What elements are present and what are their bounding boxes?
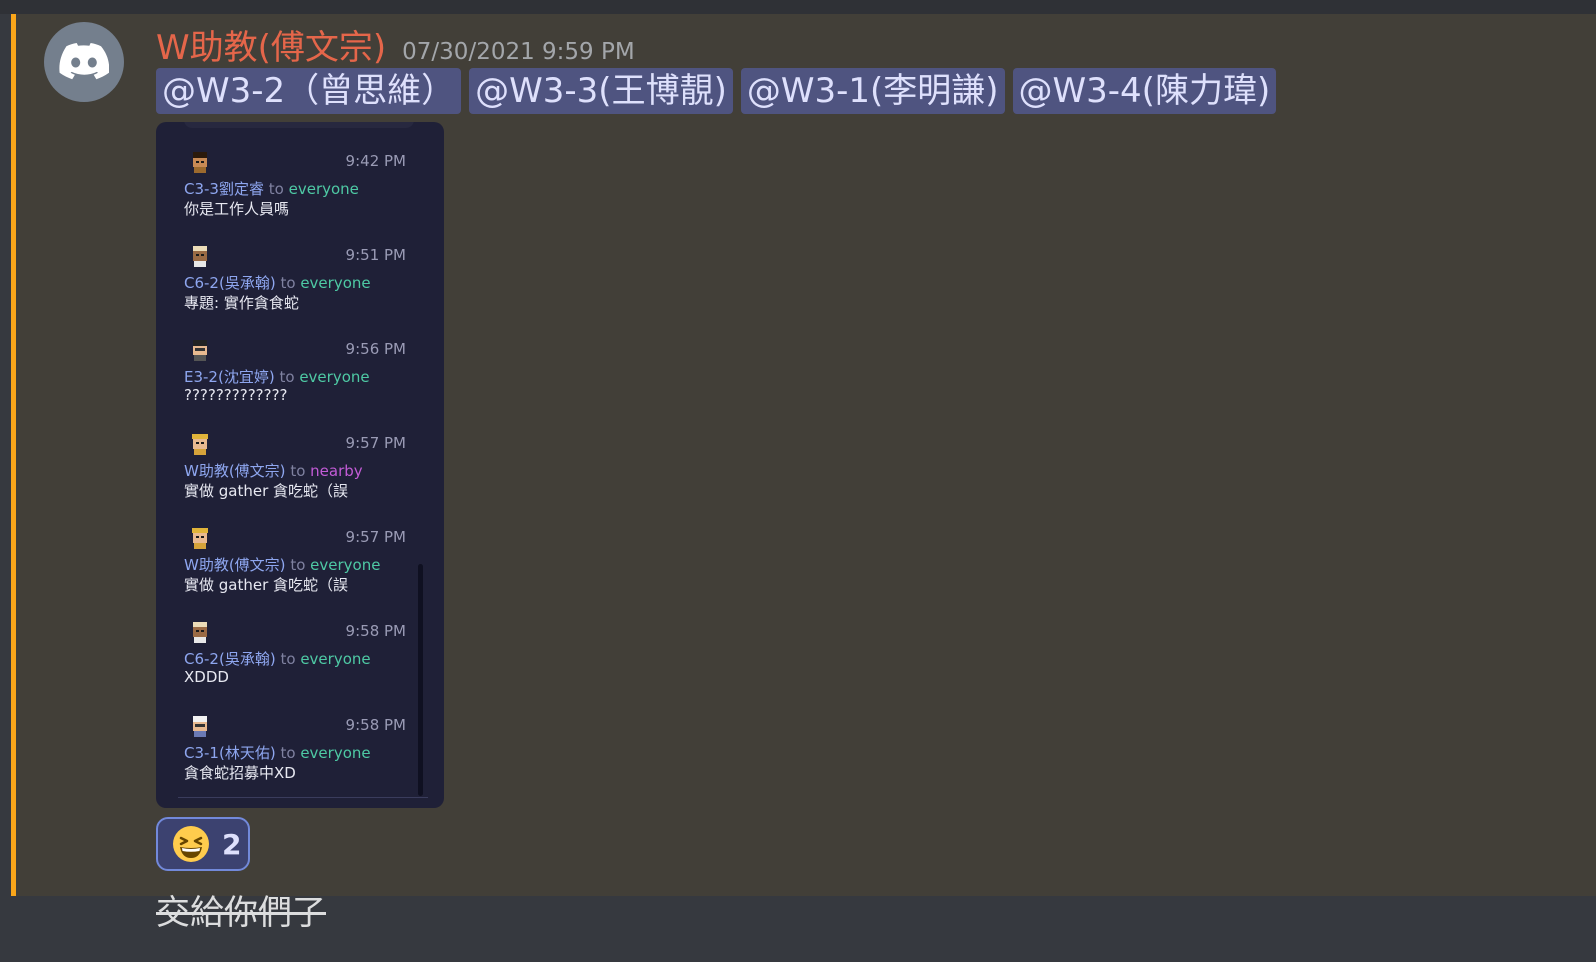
chat-entry: 9:51 PM C6-2(吳承翰) to everyone 專題: 實作貪食蛇 [184, 242, 406, 322]
chat-entry: 9:56 PM E3-2(沈宜婷) to everyone ??????????… [184, 336, 406, 416]
chat-text: ????????????? [184, 386, 288, 404]
chat-entry: 9:58 PM C6-2(吳承翰) to everyone XDDD [184, 618, 406, 698]
chat-to-label: to [280, 274, 296, 292]
player-avatar-icon [193, 152, 207, 173]
avatar[interactable] [44, 22, 124, 102]
chat-scrollbar[interactable] [418, 564, 423, 796]
mention-w3-3[interactable]: @W3-3(王博靚) [469, 68, 733, 114]
chat-text: 專題: 實作貪食蛇 [184, 294, 299, 312]
chat-to-label: to [280, 744, 296, 762]
player-avatar-icon [193, 246, 207, 267]
reaction-button[interactable]: 2 [156, 817, 250, 871]
chat-target: everyone [299, 368, 370, 386]
chat-entry: 9:42 PM C3-3劉定睿 to everyone 你是工作人員嗎 [184, 148, 406, 228]
chat-time: 9:58 PM [345, 622, 406, 640]
chat-entry: 9:58 PM C3-1(林天佑) to everyone 貪食蛇招募中XD [184, 712, 406, 792]
chat-header-line: W助教(傅文宗) to everyone [184, 554, 380, 575]
chat-sender: C6-2(吳承翰) [184, 274, 276, 292]
message-author[interactable]: W助教(傅文宗) [156, 20, 386, 69]
chat-target: everyone [300, 274, 371, 292]
chat-entry: 9:57 PM W助教(傅文宗) to nearby 實做 gather 貪吃蛇… [184, 430, 406, 510]
chat-to-label: to [280, 650, 296, 668]
chat-sender: C6-2(吳承翰) [184, 650, 276, 668]
player-avatar-icon [193, 340, 207, 361]
chat-entry: 9:57 PM W助教(傅文宗) to everyone 實做 gather 貪… [184, 524, 406, 604]
chat-header-line: C6-2(吳承翰) to everyone [184, 272, 371, 293]
mention-w3-1[interactable]: @W3-1(李明謙) [740, 68, 1005, 114]
message-timestamp: 07/30/2021 9:59 PM [402, 39, 635, 65]
clipped-chat-item [184, 122, 414, 128]
discord-logo-icon [59, 43, 109, 80]
screenshot-attachment[interactable]: 9:42 PM C3-3劉定睿 to everyone 你是工作人員嗎 9:51… [156, 122, 444, 808]
chat-header-line: C6-2(吳承翰) to everyone [184, 648, 371, 669]
chat-header-line: E3-2(沈宜婷) to everyone [184, 366, 370, 387]
chat-header-line: C3-1(林天佑) to everyone [184, 742, 371, 763]
chat-sender: C3-3劉定睿 [184, 180, 264, 198]
player-avatar-icon [193, 716, 207, 737]
mention-highlight-bar [11, 14, 16, 896]
chat-to-label: to [290, 556, 306, 574]
chat-to-label: to [279, 368, 295, 386]
player-avatar-icon [192, 434, 208, 455]
chat-text: XDDD [184, 668, 229, 686]
chat-sender: C3-1(林天佑) [184, 744, 276, 762]
chat-header-line: C3-3劉定睿 to everyone [184, 178, 359, 199]
chat-time: 9:51 PM [345, 246, 406, 264]
chat-to-label: to [290, 462, 306, 480]
top-strip [0, 0, 1596, 14]
mention-w3-2[interactable]: @W3-2（曾思維） [156, 68, 462, 114]
chat-target: everyone [300, 650, 371, 668]
chat-time: 9:58 PM [345, 716, 406, 734]
mentions-row: @W3-2（曾思維） @W3-3(王博靚) @W3-1(李明謙) @W3-4(陳… [156, 68, 1277, 114]
chat-time: 9:56 PM [345, 340, 406, 358]
laughing-face-icon [173, 826, 209, 862]
message-header: W助教(傅文宗) 07/30/2021 9:59 PM [156, 20, 635, 69]
chat-time: 9:42 PM [345, 152, 406, 170]
reaction-count: 2 [222, 827, 242, 861]
chat-sender: W助教(傅文宗) [184, 556, 286, 574]
chat-target: everyone [300, 744, 371, 762]
chat-target: everyone [288, 180, 359, 198]
chat-header-line: W助教(傅文宗) to nearby [184, 460, 363, 481]
chat-target: everyone [310, 556, 381, 574]
chat-text: 貪食蛇招募中XD [184, 764, 296, 782]
next-message-text: 交給你們了 [156, 893, 326, 933]
player-avatar-icon [193, 622, 207, 643]
mention-w3-4[interactable]: @W3-4(陳力瑋) [1012, 68, 1277, 114]
chat-text: 你是工作人員嗎 [184, 200, 290, 218]
chat-target: nearby [310, 462, 363, 480]
chat-time: 9:57 PM [345, 528, 406, 546]
chat-to-label: to [268, 180, 284, 198]
chat-time: 9:57 PM [345, 434, 406, 452]
chat-text: 實做 gather 貪吃蛇（誤 [184, 576, 349, 594]
chat-sender: E3-2(沈宜婷) [184, 368, 275, 386]
chat-sender: W助教(傅文宗) [184, 462, 286, 480]
chat-text: 實做 gather 貪吃蛇（誤 [184, 482, 349, 500]
chat-divider [178, 797, 428, 798]
player-avatar-icon [192, 528, 208, 549]
